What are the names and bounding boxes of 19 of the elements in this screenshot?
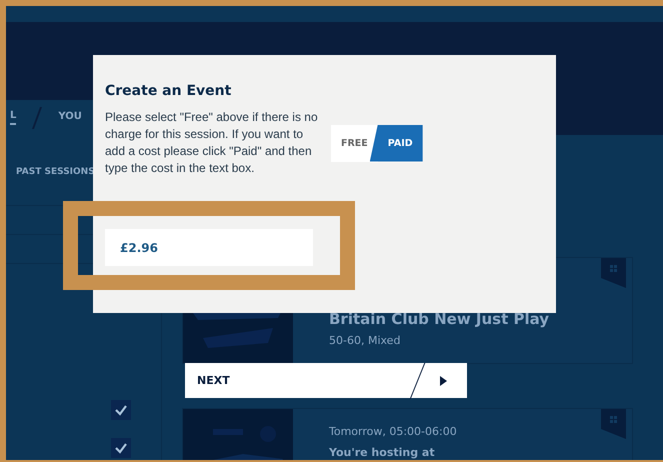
tab[interactable]: YOU bbox=[58, 111, 82, 124]
checkbox[interactable] bbox=[111, 438, 131, 458]
checkmark-icon bbox=[114, 403, 128, 417]
session-title: Britain Club New Just Play bbox=[329, 310, 550, 328]
session-note: You're hosting at bbox=[329, 446, 436, 459]
dialog-description: Please select "Free" above if there is no charge for this session. If you want to add a cost please click "Paid" and then type the cost in the text box. bbox=[105, 109, 319, 177]
sidebar-heading: PAST SESSIONS bbox=[16, 167, 95, 177]
dialog-title: Create an Event bbox=[105, 83, 232, 99]
price-toggle-option[interactable]: PAID bbox=[370, 124, 423, 162]
price-toggle-option[interactable]: FREE bbox=[331, 124, 378, 162]
next-button[interactable]: NEXT bbox=[185, 363, 467, 398]
session-time: Tomorrow, 05:00-06:00 bbox=[329, 425, 457, 438]
session-card[interactable]: Tomorrow, 05:00-06:00 You're hosting at bbox=[182, 408, 633, 460]
arrow-icon bbox=[440, 376, 447, 386]
checkbox[interactable] bbox=[111, 400, 131, 420]
cost-field[interactable]: £2.96 bbox=[105, 229, 313, 266]
tab[interactable]: L bbox=[10, 110, 16, 125]
checkmark-icon bbox=[114, 441, 128, 455]
session-details: 50-60, Mixed bbox=[329, 334, 402, 347]
